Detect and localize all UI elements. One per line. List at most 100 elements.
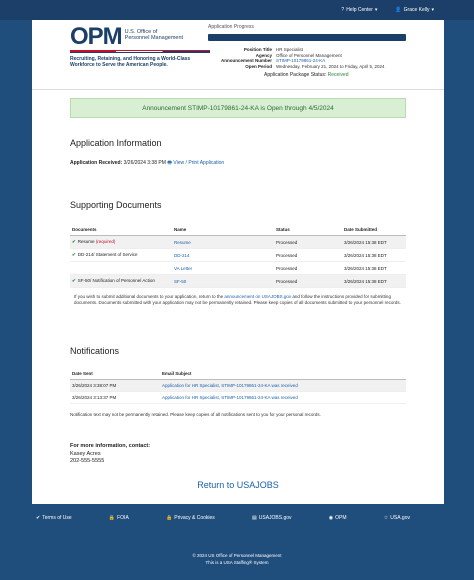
documents-note: If you wish to submit additional documen… [70, 294, 406, 306]
col-date-sent: Date Sent [70, 368, 160, 380]
user-name: Grace Kelly [403, 7, 430, 13]
doc-type: Resume [77, 239, 95, 244]
opm-link[interactable]: ◉ OPM [329, 515, 347, 521]
footer-links: ✔ Terms of Use 🔒 FOIA 🔒 Privacy & Cookies ▤… [36, 515, 410, 521]
received-date: 3/26/2024 3:38 PM [123, 160, 166, 166]
privacy-label: Privacy & Cookies [174, 515, 215, 521]
doc-name-link[interactable]: VA Letter [174, 266, 192, 271]
usajobs-icon: ▤ [252, 515, 257, 521]
notifications-heading: Notifications [70, 346, 120, 356]
tagline-2: Workforce to Serve the American People. [70, 62, 168, 68]
col-date-submitted: Date Submitted [342, 224, 406, 236]
globe-icon: ◉ [328, 515, 334, 521]
notifications-note: Notification text may not be permanently… [70, 412, 321, 417]
table-row: ✔ Resume (required) Resume Processed 3/26… [70, 235, 406, 249]
doc-name-link[interactable]: SF-50 [174, 279, 186, 284]
col-documents: Documents [70, 224, 172, 236]
col-status: Status [274, 224, 342, 236]
notif-subject-link[interactable]: Application for HR Specialist, STIMP-101… [162, 395, 298, 400]
table-row: ✔ DD-214/ Statement of Service DD-214 Pro… [70, 248, 406, 262]
print-icon[interactable]: 🖶 [167, 160, 172, 166]
doc-date: 3/26/2024 15:38 EDT [342, 261, 406, 275]
notifications-table: Date Sent Email Subject 3/26/2024 3:38:0… [70, 368, 406, 404]
check-icon: ✔ [72, 278, 76, 283]
announcement-usajobs-link[interactable]: announcement on USAJOBS.gov [224, 294, 291, 299]
required-label: (required) [95, 239, 116, 244]
foia-link[interactable]: 🔒 FOIA [109, 515, 129, 521]
table-row: 3/26/2024 3:38:07 PM Application for HR … [70, 379, 406, 392]
help-circle-icon: ? [341, 7, 345, 13]
opm-label: OPM [335, 515, 347, 521]
check-circle-icon: ✔ [36, 515, 41, 521]
foia-label: FOIA [117, 515, 129, 521]
doc-status: Processed [274, 274, 342, 288]
opm-logo[interactable]: OPM U.S. Office of Personnel Management … [70, 23, 210, 68]
doc-name-link[interactable]: DD-214 [174, 253, 190, 258]
doc-status: Processed [274, 235, 342, 249]
star-icon: ☆ [383, 515, 389, 521]
view-print-application-link[interactable]: View / Print Application [173, 160, 224, 166]
agency-line-2: Personnel Management [124, 35, 184, 41]
flag-stripe [70, 50, 210, 53]
usajobs-link[interactable]: ▤ USAJOBS.gov [252, 515, 292, 521]
contact-title: For more information, contact: [70, 443, 151, 449]
doc-date: 3/26/2024 15:38 EDT [342, 248, 406, 262]
check-icon: ✔ [72, 252, 76, 257]
doc-date: 3/26/2024 15:38 EDT [342, 274, 406, 288]
copyright-text: © 2024 US Office of Personnel Management [192, 553, 282, 558]
lock-icon: 🔒 [108, 515, 116, 521]
package-status-label: Application Package Status: [264, 72, 327, 78]
doc-type [70, 261, 172, 275]
open-period-value: Wednesday, February 21, 2024 to Friday, … [276, 63, 385, 69]
return-to-usajobs-link[interactable]: Return to USAJOBS [32, 480, 444, 504]
terms-of-use-link[interactable]: ✔ Terms of Use [36, 515, 72, 521]
usa-label: USA.gov [390, 515, 410, 521]
table-row: 3/26/2024 3:13:37 PM Application for HR … [70, 391, 406, 404]
col-name: Name [172, 224, 274, 236]
check-icon: ✔ [72, 239, 76, 244]
open-announcement-banner: Announcement STIMP-10179861-24-KA is Ope… [70, 98, 406, 118]
user-icon: 👤 [395, 7, 402, 13]
doc-type: SF-50/ Notification of Personnel Action [77, 278, 155, 283]
doc-status: Processed [274, 248, 342, 262]
open-period-label: Open Period [245, 63, 272, 69]
received-label: Application Received: [70, 160, 123, 166]
copyright: © 2024 US Office of Personnel Management… [0, 552, 474, 566]
user-menu[interactable]: 👤 Grace Kelly ▾ [395, 7, 434, 13]
help-center-label: Help Center [346, 7, 373, 13]
usajobs-label: USAJOBS.gov [258, 515, 292, 521]
main-container: OPM U.S. Office of Personnel Management … [32, 20, 444, 504]
chevron-down-icon: ▾ [431, 7, 434, 13]
note-text-pre: If you wish to submit additional documen… [74, 294, 225, 299]
application-received: Application Received: 3/26/2024 3:38 PM … [70, 160, 406, 168]
documents-table: Documents Name Status Date Submitted ✔ Re… [70, 224, 406, 288]
contact-info: For more information, contact: Kasey Acr… [70, 443, 406, 466]
package-status: Application Package Status: Received [208, 72, 406, 78]
help-center-menu[interactable]: ? Help Center ▾ [341, 7, 377, 13]
doc-type: DD-214/ Statement of Service [77, 252, 138, 257]
progress-bar [208, 34, 406, 41]
doc-date: 3/26/2024 15:38 EDT [342, 235, 406, 249]
system-text: This is a USA Staffing® System [205, 560, 269, 565]
chevron-down-icon: ▾ [374, 7, 378, 13]
doc-status: Processed [274, 261, 342, 275]
application-information-heading: Application Information [70, 138, 162, 148]
application-progress: Application Progress Position Title HR S… [208, 24, 406, 78]
page-header: OPM U.S. Office of Personnel Management … [32, 20, 444, 90]
privacy-link[interactable]: 🔒 Privacy & Cookies [166, 515, 215, 521]
notif-date: 3/26/2024 3:38:07 PM [70, 379, 160, 392]
table-row: VA Letter Processed 3/26/2024 15:38 EDT [70, 261, 406, 275]
supporting-documents-heading: Supporting Documents [70, 200, 162, 210]
opm-wordmark: OPM [70, 23, 123, 50]
col-email-subject: Email Subject [160, 368, 406, 380]
progress-label: Application Progress [208, 24, 254, 30]
usa-gov-link[interactable]: ☆ USA.gov [384, 515, 410, 521]
notif-subject-link[interactable]: Application for HR Specialist, STIMP-101… [162, 383, 298, 388]
terms-label: Terms of Use [42, 515, 72, 521]
table-row: ✔ SF-50/ Notification of Personnel Action… [70, 274, 406, 288]
doc-name-link[interactable]: Resume [174, 240, 191, 245]
contact-phone: 202-555-5555 [70, 458, 105, 464]
package-status-value: Received [327, 72, 349, 78]
lock-icon: 🔒 [166, 515, 173, 521]
notif-date: 3/26/2024 3:13:37 PM [70, 391, 160, 404]
